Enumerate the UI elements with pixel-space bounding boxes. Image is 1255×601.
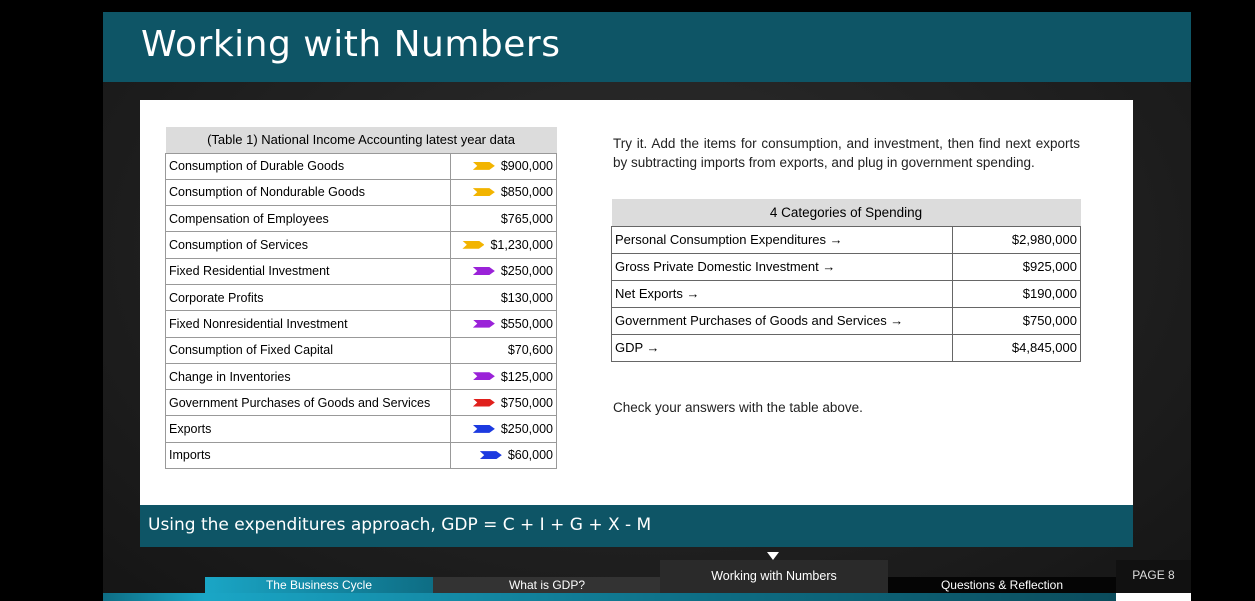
spending-table-row: Gross Private Domestic Investment → $925,… bbox=[611, 252, 1081, 281]
income-row-value: $70,600 bbox=[507, 343, 553, 358]
income-row-value: $900,000 bbox=[500, 159, 553, 174]
spending-table-row: Net Exports → $190,000 bbox=[611, 279, 1081, 308]
spending-row-label: Personal Consumption Expenditures → bbox=[611, 225, 953, 254]
income-table-row: Change in Inventories $125,000 bbox=[165, 362, 557, 391]
income-row-value: $1,230,000 bbox=[490, 238, 553, 253]
spending-table: 4 Categories of Spending Personal Consum… bbox=[611, 199, 1081, 362]
formula-bar: Using the expenditures approach, GDP = C… bbox=[140, 505, 1133, 547]
income-table-row: Consumption of Services $1,230,000 bbox=[165, 231, 557, 259]
income-row-value: $850,000 bbox=[500, 185, 553, 200]
spending-row-value: $925,000 bbox=[952, 252, 1081, 281]
income-table-caption: (Table 1) National Income Accounting lat… bbox=[165, 127, 557, 154]
income-row-label: Compensation of Employees bbox=[165, 205, 451, 233]
income-row-value-cell: $250,000 bbox=[450, 415, 557, 443]
income-row-value: $750,000 bbox=[500, 395, 553, 410]
income-table-row: Imports $60,000 bbox=[165, 441, 557, 470]
spending-row-label: Net Exports → bbox=[611, 279, 953, 308]
income-row-value-cell: $850,000 bbox=[450, 178, 557, 207]
income-row-label: Change in Inventories bbox=[165, 362, 451, 391]
income-row-value-cell: $130,000 bbox=[450, 283, 557, 312]
income-row-value-cell: $765,000 bbox=[450, 205, 557, 233]
spending-row-label: Government Purchases of Goods and Servic… bbox=[611, 306, 953, 335]
income-row-value-cell: $550,000 bbox=[450, 310, 557, 338]
income-table-row: Fixed Residential Investment $250,000 bbox=[165, 257, 557, 285]
income-row-value-cell: $900,000 bbox=[450, 152, 557, 180]
category-arrow-icon bbox=[472, 161, 495, 170]
income-row-label: Exports bbox=[165, 415, 451, 443]
income-row-label: Fixed Residential Investment bbox=[165, 257, 451, 285]
income-table-row: Consumption of Fixed Capital $70,600 bbox=[165, 336, 557, 364]
content-card: (Table 1) National Income Accounting lat… bbox=[140, 100, 1133, 505]
income-row-value: $250,000 bbox=[500, 264, 553, 279]
income-table: (Table 1) National Income Accounting lat… bbox=[165, 127, 557, 470]
income-row-label: Consumption of Durable Goods bbox=[165, 152, 451, 180]
spending-row-label: Gross Private Domestic Investment → bbox=[611, 252, 953, 281]
tab-business-cycle[interactable]: The Business Cycle bbox=[205, 577, 433, 593]
spending-row-value: $750,000 bbox=[952, 306, 1081, 335]
income-row-value: $250,000 bbox=[500, 422, 553, 437]
intro-text: Try it. Add the items for consumption, a… bbox=[613, 136, 1080, 170]
income-row-label: Consumption of Services bbox=[165, 231, 451, 259]
category-arrow-icon bbox=[472, 267, 495, 276]
income-row-value-cell: $60,000 bbox=[450, 441, 557, 470]
spending-row-value: $2,980,000 bbox=[952, 225, 1081, 254]
income-row-value: $550,000 bbox=[500, 316, 553, 331]
progress-strip bbox=[103, 593, 1116, 601]
header-bar: Working with Numbers bbox=[103, 12, 1191, 82]
income-row-label: Consumption of Fixed Capital bbox=[165, 336, 451, 364]
income-table-row: Exports $250,000 bbox=[165, 415, 557, 443]
income-row-value: $125,000 bbox=[500, 369, 553, 384]
income-row-value-cell: $70,600 bbox=[450, 336, 557, 364]
income-row-value-cell: $250,000 bbox=[450, 257, 557, 285]
income-row-value-cell: $1,230,000 bbox=[450, 231, 557, 259]
income-row-value: $60,000 bbox=[507, 448, 553, 463]
income-row-value-cell: $750,000 bbox=[450, 389, 557, 417]
income-row-label: Imports bbox=[165, 441, 451, 470]
category-arrow-icon bbox=[472, 372, 495, 381]
income-table-row: Consumption of Durable Goods $900,000 bbox=[165, 152, 557, 180]
check-text: Check your answers with the table above. bbox=[613, 400, 863, 415]
page-title: Working with Numbers bbox=[141, 24, 561, 65]
spending-table-row: Personal Consumption Expenditures → $2,98… bbox=[611, 225, 1081, 254]
slide: Working with Numbers (Table 1) National … bbox=[103, 12, 1191, 601]
income-table-row: Consumption of Nondurable Goods $850,000 bbox=[165, 178, 557, 207]
spending-table-row: GDP → $4,845,000 bbox=[611, 333, 1081, 362]
current-tab-caret-icon bbox=[767, 552, 779, 560]
income-table-row: Compensation of Employees $765,000 bbox=[165, 205, 557, 233]
income-row-label: Government Purchases of Goods and Servic… bbox=[165, 389, 451, 417]
spending-row-value: $190,000 bbox=[952, 279, 1081, 308]
page-number: PAGE 8 bbox=[1116, 560, 1191, 593]
income-row-label: Consumption of Nondurable Goods bbox=[165, 178, 451, 207]
category-arrow-icon bbox=[472, 319, 495, 328]
tab-questions-reflection[interactable]: Questions & Reflection bbox=[888, 577, 1116, 593]
category-arrow-icon bbox=[462, 240, 485, 249]
income-table-row: Government Purchases of Goods and Servic… bbox=[165, 389, 557, 417]
spending-table-caption: 4 Categories of Spending bbox=[611, 199, 1081, 227]
tab-working-with-numbers[interactable]: Working with Numbers bbox=[660, 560, 888, 593]
spending-row-label: GDP → bbox=[611, 333, 953, 362]
tab-what-is-gdp[interactable]: What is GDP? bbox=[433, 577, 661, 593]
category-arrow-icon bbox=[472, 398, 495, 407]
formula-text: Using the expenditures approach, GDP = C… bbox=[148, 515, 652, 535]
page-number-underline bbox=[1116, 593, 1191, 601]
category-arrow-icon bbox=[479, 451, 502, 460]
income-row-label: Corporate Profits bbox=[165, 283, 451, 312]
income-row-value: $130,000 bbox=[500, 290, 553, 305]
income-table-row: Fixed Nonresidential Investment $550,000 bbox=[165, 310, 557, 338]
income-table-row: Corporate Profits $130,000 bbox=[165, 283, 557, 312]
income-row-value: $765,000 bbox=[500, 211, 553, 226]
income-row-label: Fixed Nonresidential Investment bbox=[165, 310, 451, 338]
income-row-value-cell: $125,000 bbox=[450, 362, 557, 391]
spending-table-row: Government Purchases of Goods and Servic… bbox=[611, 306, 1081, 335]
category-arrow-icon bbox=[472, 188, 495, 197]
spending-row-value: $4,845,000 bbox=[952, 333, 1081, 362]
category-arrow-icon bbox=[472, 424, 495, 433]
